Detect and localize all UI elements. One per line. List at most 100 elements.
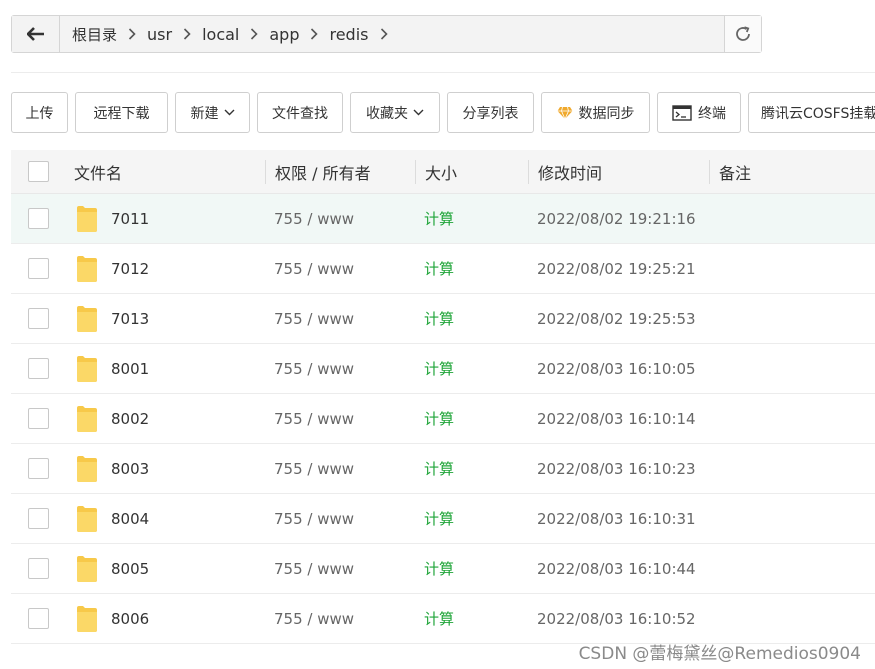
- upload-button[interactable]: 上传: [11, 92, 68, 133]
- cosfs-mount-button[interactable]: 腾讯云COSFS挂载: [748, 92, 875, 133]
- perm-cell[interactable]: 755 / www: [265, 210, 415, 228]
- table-row[interactable]: 8001 755 / www 计算 2022/08/03 16:10:05: [11, 344, 875, 394]
- name-cell[interactable]: 8003: [65, 455, 265, 483]
- name-cell[interactable]: 8002: [65, 405, 265, 433]
- remote-download-button[interactable]: 远程下载: [75, 92, 168, 133]
- row-checkbox[interactable]: [27, 458, 49, 479]
- chevron-down-icon: [224, 109, 235, 116]
- button-label: 远程下载: [93, 105, 150, 122]
- perm-cell[interactable]: 755 / www: [265, 610, 415, 628]
- header-time[interactable]: 修改时间: [528, 159, 709, 184]
- perm-cell[interactable]: 755 / www: [265, 460, 415, 478]
- time-cell: 2022/08/02 19:25:53: [537, 309, 696, 328]
- folder-icon: [76, 305, 98, 333]
- size-calc-link[interactable]: 计算: [415, 608, 528, 629]
- table-row[interactable]: 8006 755 / www 计算 2022/08/03 16:10:52: [11, 594, 875, 644]
- perm-cell[interactable]: 755 / www: [265, 410, 415, 428]
- path-bar: 根目录 usr local app redis: [11, 15, 762, 53]
- file-name[interactable]: 7012: [111, 260, 149, 278]
- folder-icon: [76, 505, 98, 533]
- row-check-cell: [11, 458, 65, 479]
- favorites-dropdown-button[interactable]: 收藏夹: [350, 92, 440, 133]
- size-calc-link[interactable]: 计算: [415, 308, 528, 329]
- chevron-right-icon: [243, 28, 265, 40]
- row-checkbox[interactable]: [27, 608, 49, 629]
- name-cell[interactable]: 7011: [65, 205, 265, 233]
- row-checkbox[interactable]: [27, 308, 49, 329]
- file-name[interactable]: 8003: [111, 460, 149, 478]
- crumb-app[interactable]: app: [265, 25, 303, 44]
- table-row[interactable]: 7011 755 / www 计算 2022/08/02 19:21:16: [11, 194, 875, 244]
- select-all-checkbox[interactable]: [27, 161, 49, 182]
- folder-icon: [76, 455, 98, 483]
- name-cell[interactable]: 8001: [65, 355, 265, 383]
- file-name[interactable]: 8001: [111, 360, 149, 378]
- name-cell[interactable]: 7013: [65, 305, 265, 333]
- crumb-label: app: [269, 24, 300, 44]
- refresh-button[interactable]: [724, 16, 761, 52]
- header-name[interactable]: 文件名: [65, 160, 265, 184]
- table-row[interactable]: 8005 755 / www 计算 2022/08/03 16:10:44: [11, 544, 875, 594]
- crumb-root[interactable]: 根目录: [68, 24, 121, 45]
- size-calc-link[interactable]: 计算: [415, 258, 528, 279]
- name-cell[interactable]: 8005: [65, 555, 265, 583]
- table-row[interactable]: 7013 755 / www 计算 2022/08/02 19:25:53: [11, 294, 875, 344]
- new-dropdown-button[interactable]: 新建: [175, 92, 250, 133]
- file-name[interactable]: 8006: [111, 610, 149, 628]
- header-note: 备注: [709, 159, 875, 184]
- perm-cell[interactable]: 755 / www: [265, 260, 415, 278]
- size-calc-link[interactable]: 计算: [415, 458, 528, 479]
- crumb-local[interactable]: local: [198, 25, 243, 44]
- row-check-cell: [11, 508, 65, 529]
- name-cell[interactable]: 8006: [65, 605, 265, 633]
- row-checkbox[interactable]: [27, 558, 49, 579]
- size-calc-link[interactable]: 计算: [415, 558, 528, 579]
- refresh-icon: [734, 25, 752, 43]
- file-name[interactable]: 8002: [111, 410, 149, 428]
- row-check-cell: [11, 408, 65, 429]
- header-label: 修改时间: [538, 163, 603, 183]
- button-label: 数据同步: [578, 105, 635, 122]
- perm-cell[interactable]: 755 / www: [265, 360, 415, 378]
- size-calc-link[interactable]: 计算: [415, 408, 528, 429]
- table-row[interactable]: 8004 755 / www 计算 2022/08/03 16:10:31: [11, 494, 875, 544]
- back-button[interactable]: [12, 16, 60, 52]
- file-name[interactable]: 8005: [111, 560, 149, 578]
- header-perm[interactable]: 权限 / 所有者: [265, 159, 415, 184]
- row-checkbox[interactable]: [27, 508, 49, 529]
- size-calc-link[interactable]: 计算: [415, 208, 528, 229]
- divider: [11, 72, 875, 73]
- data-sync-button[interactable]: 数据同步: [541, 92, 650, 133]
- crumb-redis[interactable]: redis: [325, 25, 372, 44]
- time-cell: 2022/08/02 19:21:16: [537, 209, 696, 228]
- file-name[interactable]: 8004: [111, 510, 149, 528]
- perm-cell[interactable]: 755 / www: [265, 560, 415, 578]
- row-check-cell: [11, 308, 65, 329]
- name-cell[interactable]: 8004: [65, 505, 265, 533]
- name-cell[interactable]: 7012: [65, 255, 265, 283]
- row-checkbox[interactable]: [27, 208, 49, 229]
- table-row[interactable]: 8003 755 / www 计算 2022/08/03 16:10:23: [11, 444, 875, 494]
- table-row[interactable]: 8002 755 / www 计算 2022/08/03 16:10:14: [11, 394, 875, 444]
- size-calc-link[interactable]: 计算: [415, 508, 528, 529]
- row-checkbox[interactable]: [27, 258, 49, 279]
- arrow-left-icon: [26, 27, 45, 41]
- crumb-label: usr: [147, 24, 173, 44]
- perm-cell[interactable]: 755 / www: [265, 510, 415, 528]
- time-cell: 2022/08/03 16:10:23: [537, 459, 696, 478]
- file-name[interactable]: 7011: [111, 210, 149, 228]
- file-name[interactable]: 7013: [111, 310, 149, 328]
- time-cell: 2022/08/03 16:10:44: [537, 559, 696, 578]
- header-label: 大小: [425, 163, 458, 183]
- table-row[interactable]: 7012 755 / www 计算 2022/08/02 19:25:21: [11, 244, 875, 294]
- row-checkbox[interactable]: [27, 358, 49, 379]
- file-search-button[interactable]: 文件查找: [257, 92, 343, 133]
- header-size[interactable]: 大小: [415, 159, 528, 184]
- terminal-button[interactable]: 终端: [657, 92, 741, 133]
- size-calc-link[interactable]: 计算: [415, 358, 528, 379]
- perm-cell[interactable]: 755 / www: [265, 310, 415, 328]
- button-label: 上传: [25, 105, 54, 122]
- share-list-button[interactable]: 分享列表: [447, 92, 534, 133]
- crumb-usr[interactable]: usr: [143, 25, 176, 44]
- row-checkbox[interactable]: [27, 408, 49, 429]
